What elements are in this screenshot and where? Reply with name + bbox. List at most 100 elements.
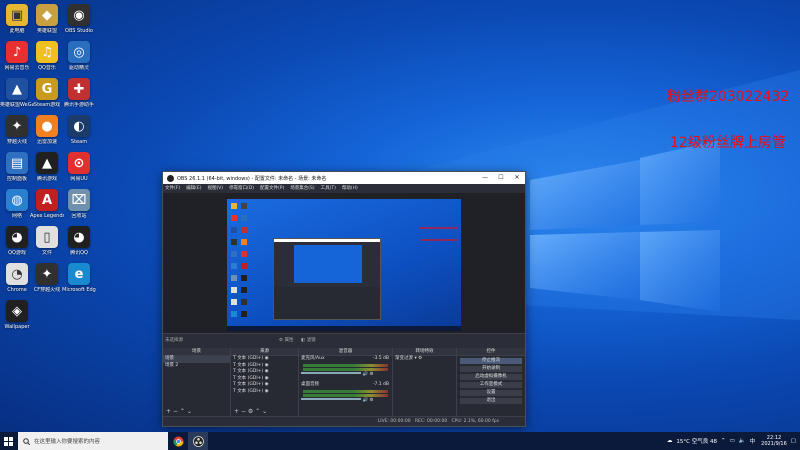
desktop-icon[interactable]: ◐ Steam — [62, 115, 96, 145]
desktop-icon[interactable]: ▣ 此电脑 — [0, 4, 34, 34]
menu-profile[interactable]: 配置文件(P) — [260, 184, 284, 193]
minimize-button[interactable]: — — [477, 172, 493, 184]
clock-date: 2021/9/16 — [761, 441, 787, 447]
desktop-icon[interactable]: ◕ QQ游戏 — [0, 226, 34, 256]
desktop-icon[interactable]: ♫ QQ音乐 — [30, 41, 64, 71]
start-recording-button[interactable]: 开始录制 — [460, 365, 522, 372]
remove-source-icon[interactable]: − — [241, 408, 246, 415]
desktop-icon[interactable]: G Steam游戏 — [30, 78, 64, 108]
speaker-icon[interactable]: 🔊 — [362, 372, 368, 377]
source-item[interactable]: T 文本 (GDI+) ◉ — [231, 389, 298, 396]
menu-help[interactable]: 帮助(H) — [342, 184, 358, 193]
obs-statusbar: LIVE: 00:00:00 REC: 00:00:00 CPU: 2.1%, … — [163, 416, 525, 426]
gear-icon[interactable]: ⚙ — [418, 356, 422, 361]
move-down-icon[interactable]: ⌄ — [187, 408, 192, 415]
desktop-icon[interactable]: ◍ 网络 — [0, 189, 34, 219]
menu-view[interactable]: 视图(V) — [207, 184, 223, 193]
desktop-icon[interactable]: ▯ 文件 — [30, 226, 64, 256]
obs-titlebar[interactable]: OBS 26.1.1 (64-bit, windows) - 配置文件: 未命名… — [163, 172, 525, 184]
source-toolbar: 未选择源 ⚙ 属性 ◧ 滤镜 — [163, 333, 525, 347]
menu-edit[interactable]: 编辑(E) — [186, 184, 201, 193]
desktop-icon[interactable]: ◎ 驱动精灵 — [62, 41, 96, 71]
volume-slider[interactable] — [301, 372, 361, 374]
desktop-icon[interactable]: ◈ Wallpaper — [0, 300, 34, 330]
menu-docks[interactable]: 停靠窗口(D) — [229, 184, 254, 193]
mixer-slider-row[interactable]: 🔊 ⚙ — [299, 398, 392, 405]
taskbar-clock[interactable]: 22:12 2021/9/16 — [761, 435, 787, 447]
move-down-icon[interactable]: ⌄ — [262, 408, 267, 415]
transitions-panel: 转场特效 渐变过渡 ▾ ⚙ — [393, 348, 457, 416]
transition-select[interactable]: 渐变过渡 ▾ ⚙ — [393, 356, 456, 363]
network-icon[interactable]: ▭ — [730, 438, 735, 444]
desktop-icon[interactable]: ◔ Chrome — [0, 263, 34, 293]
nested-obs-window — [273, 238, 381, 320]
eye-icon[interactable]: ◉ — [265, 382, 269, 387]
desktop-icon[interactable]: ✚ 腾讯手游助手 — [62, 78, 96, 108]
desktop-icon[interactable]: ◕ 腾讯QQ — [62, 226, 96, 256]
obs-window[interactable]: OBS 26.1.1 (64-bit, windows) - 配置文件: 未命名… — [162, 171, 526, 427]
taskbar-obs[interactable] — [188, 432, 208, 450]
eye-icon[interactable]: ◉ — [265, 389, 269, 394]
mixer-panel: 混音器 麦克风/Aux -3.5 dB 🔊 ⚙ 桌面音频 -7.1 dB 🔊 ⚙ — [299, 348, 393, 416]
start-button[interactable] — [0, 432, 16, 450]
desktop-icon[interactable]: A Apex Legends — [30, 189, 64, 219]
virtual-camera-button[interactable]: 启动虚拟摄像机 — [460, 373, 522, 380]
desktop-icon[interactable]: ▲ 腾讯游戏 — [30, 152, 64, 182]
remove-scene-icon[interactable]: − — [173, 408, 178, 415]
mixer-slider-row[interactable]: 🔊 ⚙ — [299, 372, 392, 379]
desktop-icon[interactable]: ● 迅雷加速 — [30, 115, 64, 145]
stop-streaming-button[interactable]: 停止推流 — [460, 357, 522, 364]
desktop-icon[interactable]: ▤ 控制面板 — [0, 152, 34, 182]
eye-icon[interactable]: ◉ — [265, 363, 269, 368]
desktop-icon[interactable]: ✦ 穿越火线 — [0, 115, 34, 145]
desktop-icon[interactable]: ✦ CF穿越火线 — [30, 263, 64, 293]
speaker-icon[interactable]: 🔈 — [739, 438, 746, 444]
notification-icon[interactable]: ▢ — [791, 438, 796, 444]
desktop-icon[interactable]: ◉ OBS Studio — [62, 4, 96, 34]
studio-mode-button[interactable]: 工作室模式 — [460, 381, 522, 388]
desktop-icon-label: OBS Studio — [65, 28, 93, 34]
close-button[interactable]: ✕ — [509, 172, 525, 184]
menu-file[interactable]: 文件(F) — [165, 184, 180, 193]
eye-icon[interactable]: ◉ — [265, 369, 269, 374]
app-icon: ◎ — [68, 41, 90, 63]
desktop-icon[interactable]: ⌧ 回收站 — [62, 189, 96, 219]
add-source-icon[interactable]: + — [234, 408, 239, 415]
exit-button[interactable]: 退出 — [460, 397, 522, 404]
app-icon: ● — [36, 115, 58, 137]
chevron-up-icon[interactable]: ⌃ — [721, 438, 726, 444]
scene-item[interactable]: 场景 2 — [163, 363, 230, 370]
desktop-icon-label: 英雄联盟WeGame — [0, 102, 34, 108]
ime-indicator[interactable]: 中 — [750, 437, 756, 445]
volume-slider[interactable] — [301, 398, 361, 400]
cloud-icon: ☁ — [666, 438, 673, 444]
taskbar-search[interactable]: 在这里输入你要搜索的内容 — [18, 432, 168, 450]
weather-text[interactable]: 15°C 空气良 48 — [676, 437, 717, 445]
properties-button[interactable]: ⚙ 属性 — [279, 337, 293, 343]
menu-tools[interactable]: 工具(T) — [321, 184, 336, 193]
move-up-icon[interactable]: ⌃ — [180, 408, 185, 415]
desktop-icon-label: 驱动精灵 — [68, 65, 89, 71]
gear-icon[interactable]: ⚙ — [369, 372, 373, 377]
desktop-icon[interactable]: ◆ 英雄联盟 — [30, 4, 64, 34]
nested-obs-preview — [294, 245, 362, 283]
move-up-icon[interactable]: ⌃ — [255, 408, 260, 415]
eye-icon[interactable]: ◉ — [265, 356, 269, 361]
desktop-icon[interactable]: ♪ 网易云音乐 — [0, 41, 34, 71]
desktop-icon-label: 迅雷加速 — [36, 139, 57, 145]
maximize-button[interactable]: ☐ — [493, 172, 509, 184]
search-placeholder: 在这里输入你要搜索的内容 — [34, 439, 101, 445]
eye-icon[interactable]: ◉ — [265, 376, 269, 381]
taskbar-chrome[interactable] — [168, 432, 188, 450]
gear-icon[interactable]: ⚙ — [248, 408, 253, 415]
add-scene-icon[interactable]: + — [166, 408, 171, 415]
speaker-icon[interactable]: 🔊 — [362, 398, 368, 403]
stream-preview[interactable] — [227, 199, 461, 331]
gear-icon[interactable]: ⚙ — [369, 398, 373, 403]
desktop-icon[interactable]: ⊙ 网易UU — [62, 152, 96, 182]
desktop-icon[interactable]: e Microsoft Edge — [62, 263, 96, 293]
settings-button[interactable]: 设置 — [460, 389, 522, 396]
filters-button[interactable]: ◧ 滤镜 — [301, 337, 316, 343]
desktop-icon[interactable]: ▲ 英雄联盟WeGame — [0, 78, 34, 108]
menu-scene-collection[interactable]: 场景集合(S) — [290, 184, 314, 193]
